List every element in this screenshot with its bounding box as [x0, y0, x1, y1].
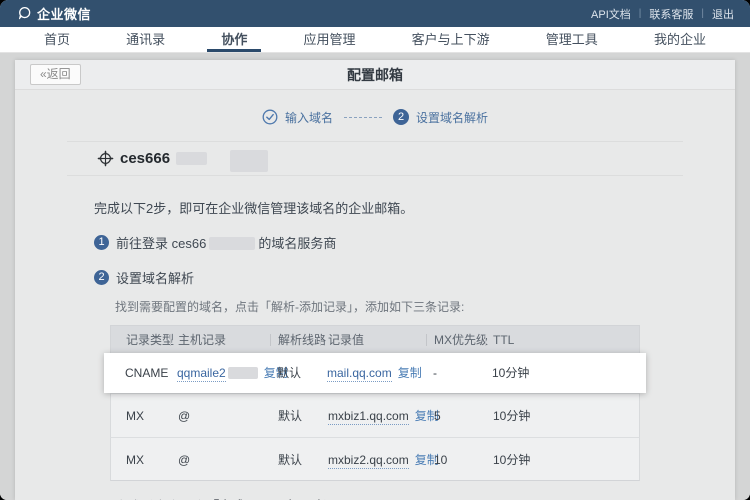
step2-title: 设置域名解析 [116, 268, 194, 287]
step2-number-badge: 2 [94, 270, 109, 285]
col-host-record: 主机记录 [178, 326, 278, 354]
nav-tab-app-management[interactable]: 应用管理 [289, 27, 369, 52]
back-button[interactable]: «返回 [30, 64, 81, 85]
table-row-mx2: MX @ 默认 mxbiz2.qq.com复制 10 10分钟 [110, 437, 640, 481]
dns-records-table: 记录类型 主机记录 解析线路 记录值 MX优先级 TTL CNAME qqmai… [110, 325, 640, 481]
step2-instruction: 找到需要配置的域名，点击「解析-添加记录」，添加如下三条记录: [115, 298, 683, 315]
resolution-line: 默认 [277, 353, 327, 393]
step1-text: 前往登录 ces66的域名服务商 [116, 233, 336, 252]
domain-row: ces666 [97, 148, 683, 168]
brand: 企业微信 [17, 4, 91, 23]
divider [67, 175, 683, 176]
domain-name: ces666 [120, 150, 170, 167]
wecom-logo-icon [17, 6, 32, 21]
step2-number-badge: 2 [393, 109, 409, 125]
configure-mailbox-card: «返回 配置邮箱 输入域名 2 设置域名解析 [15, 60, 735, 500]
ttl: 10分钟 [492, 353, 646, 393]
record-type: CNAME [125, 353, 177, 393]
topbar: 企业微信 API文档 | 联系客服 | 退出 [0, 0, 750, 27]
mx-priority: - [433, 353, 492, 393]
mx-priority: 10 [434, 438, 493, 482]
api-docs-link[interactable]: API文档 [589, 6, 633, 22]
nav-tab-my-company[interactable]: 我的企业 [640, 27, 720, 52]
ttl: 10分钟 [493, 394, 639, 438]
redaction-box [176, 152, 207, 165]
redaction-box [230, 150, 268, 172]
app-window: 企业微信 API文档 | 联系客服 | 退出 首页 通讯录 协作 应用管理 客户… [0, 0, 750, 500]
step1-row: 1 前往登录 ces66的域名服务商 [94, 233, 683, 252]
nav-tab-customers[interactable]: 客户与上下游 [398, 27, 504, 52]
host-record: @ [178, 394, 278, 438]
separator: | [701, 8, 704, 19]
col-record-value: 记录值 [328, 326, 434, 354]
card-body: 输入域名 2 设置域名解析 [15, 109, 735, 500]
nav-tab-contacts[interactable]: 通讯录 [112, 27, 179, 52]
separator: | [639, 8, 642, 19]
step-connector [344, 117, 382, 118]
step1-number-badge: 1 [94, 235, 109, 250]
redaction-box [228, 367, 258, 379]
record-type: MX [126, 438, 178, 482]
resolution-line: 默认 [278, 438, 328, 482]
step2-row: 2 设置域名解析 [94, 268, 683, 287]
domain-globe-icon [97, 150, 114, 167]
resolution-line: 默认 [278, 394, 328, 438]
step-done-check-icon [262, 109, 278, 125]
main-nav: 首页 通讯录 协作 应用管理 客户与上下游 管理工具 我的企业 [0, 27, 750, 53]
intro-text: 完成以下2步，即可在企业微信管理该域名的企业邮箱。 [94, 198, 683, 217]
footer-note: 完成后点击下方「完成配置，立即验证」。 [115, 496, 683, 500]
record-type: MX [126, 394, 178, 438]
page-title: 配置邮箱 [347, 65, 403, 85]
card-header: «返回 配置邮箱 [15, 60, 735, 90]
nav-tab-home[interactable]: 首页 [30, 27, 84, 52]
table-row-mx1: MX @ 默认 mxbiz1.qq.com复制 5 10分钟 [110, 393, 640, 437]
table-header-row: 记录类型 主机记录 解析线路 记录值 MX优先级 TTL [110, 325, 640, 353]
host-record: qqmaile2复制 [177, 353, 277, 393]
contact-support-link[interactable]: 联系客服 [647, 6, 695, 22]
host-record: @ [178, 438, 278, 482]
redaction-box [209, 237, 255, 250]
step2-indicator-label: 设置域名解析 [416, 109, 488, 126]
nav-tab-admin-tools[interactable]: 管理工具 [532, 27, 612, 52]
copy-value-button[interactable]: 复制 [398, 366, 422, 380]
brand-name: 企业微信 [37, 4, 91, 23]
ttl: 10分钟 [493, 438, 639, 482]
page-background: «返回 配置邮箱 输入域名 2 设置域名解析 [0, 53, 750, 500]
step-indicator: 输入域名 2 设置域名解析 [67, 109, 683, 125]
step1-indicator-label: 输入域名 [285, 109, 333, 126]
record-value: mxbiz1.qq.com复制 [328, 394, 434, 438]
record-value: mxbiz2.qq.com复制 [328, 438, 434, 482]
divider [67, 141, 683, 142]
col-ttl: TTL [493, 326, 639, 354]
nav-tab-collaboration[interactable]: 协作 [207, 27, 261, 52]
logout-link[interactable]: 退出 [710, 6, 736, 22]
topbar-links: API文档 | 联系客服 | 退出 [589, 6, 736, 22]
table-row-cname: CNAME qqmaile2复制 默认 mail.qq.com复制 - 10分钟 [104, 353, 646, 393]
record-value: mail.qq.com复制 [327, 353, 433, 393]
mx-priority: 5 [434, 394, 493, 438]
